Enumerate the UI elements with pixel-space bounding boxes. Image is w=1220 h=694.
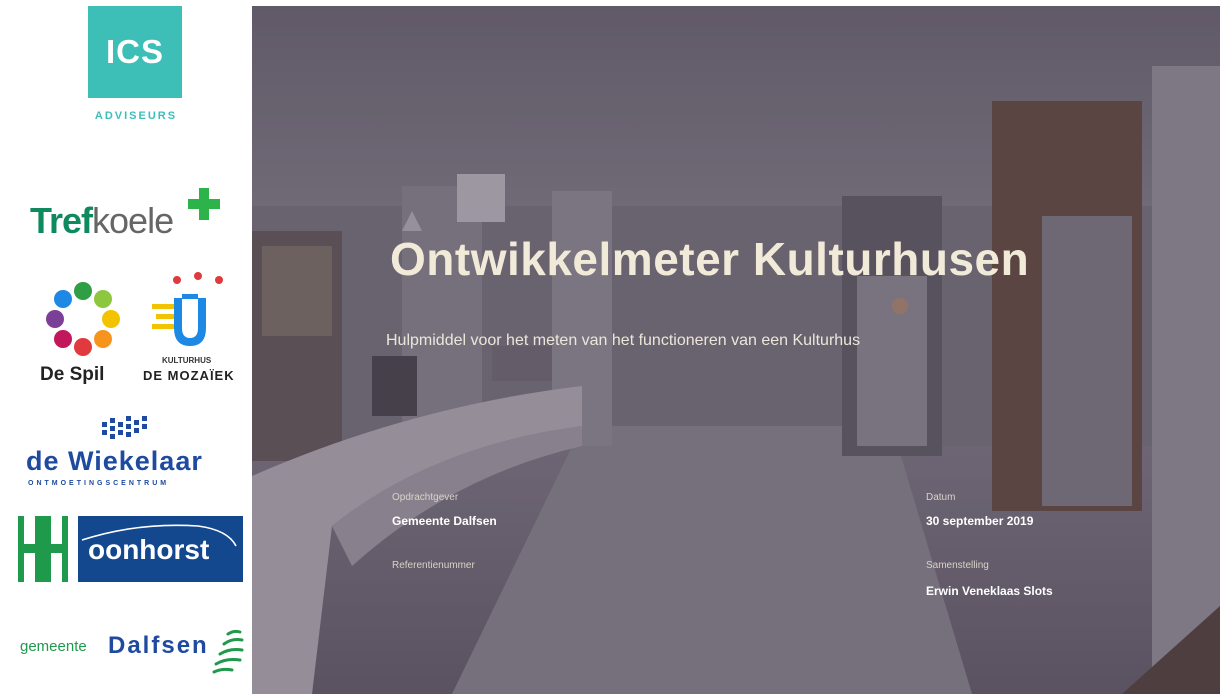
wiekelaar-subtitle: ONTMOETINGSCENTRUM xyxy=(28,480,170,487)
hoonhorst-name: oonhorst xyxy=(88,534,210,565)
date-value: 30 september 2019 xyxy=(926,514,1034,528)
ics-logo: ICS xyxy=(88,6,182,98)
trefkoele-logo: Trefkoele xyxy=(30,200,174,242)
client-label: Opdrachtgever xyxy=(392,492,459,503)
green-plus-icon xyxy=(188,188,220,220)
ics-subtitle: ADVISEURS xyxy=(94,110,178,122)
dalfsen-prefix: gemeente xyxy=(20,638,87,655)
reference-label: Referentienummer xyxy=(392,560,475,571)
client-value: Gemeente Dalfsen xyxy=(392,514,497,528)
cover-hero: Ontwikkelmeter Kulturhusen Hulpmiddel vo… xyxy=(252,6,1220,694)
wiekelaar-name: de Wiekelaar xyxy=(26,446,203,476)
de-spil-label: De Spil xyxy=(40,364,105,385)
wiekelaar-windmill-icon xyxy=(102,416,147,439)
author-label: Samenstelling xyxy=(926,560,989,571)
trefkoele-part2: koele xyxy=(92,200,174,241)
report-title: Ontwikkelmeter Kulturhusen xyxy=(390,233,1030,285)
ics-mark: ICS xyxy=(105,33,164,70)
date-label: Datum xyxy=(926,492,956,503)
author-value: Erwin Veneklaas Slots xyxy=(926,584,1053,598)
hoonhorst-h-crossbar xyxy=(24,544,62,553)
mozaiek-u-icon xyxy=(152,294,206,346)
mozaiek-dots-icon xyxy=(173,272,223,284)
trefkoele-part1: Tref xyxy=(30,200,93,241)
de-spil-flower-icon xyxy=(46,282,120,356)
mozaiek-name-label: DE MOZAÏEK xyxy=(143,368,235,383)
report-subtitle: Hulpmiddel voor het meten van het functi… xyxy=(386,332,861,349)
dark-overlay xyxy=(252,6,1220,694)
dalfsen-name: Dalfsen xyxy=(108,632,209,659)
partner-logo-strip: ICS ADVISEURS Trefkoele De Spil KULTURHU… xyxy=(0,0,252,694)
dalfsen-rays-icon xyxy=(212,629,244,674)
mozaiek-kulturhus-label: KULTURHUS xyxy=(162,356,212,365)
